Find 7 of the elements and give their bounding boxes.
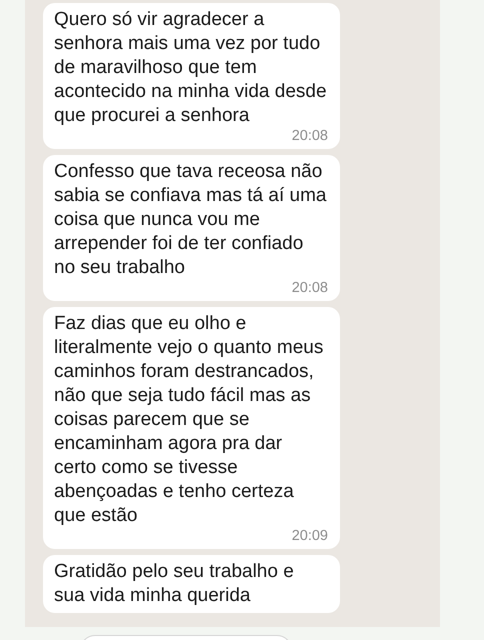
message-text: Gratidão pelo seu trabalho e sua vida minha querida <box>54 560 295 608</box>
message-text: Quero só vir agradecer a senhora mais uma vez por tudo de maravilhoso que tem acontecido na minha vida desde que procurei a senhora <box>54 8 328 128</box>
message-text: Faz dias que eu olho e literalmente vejo o quanto meus caminhos foram destrancados, não que seja tudo fácil mas as coisas parecem que se encaminham agora pra dar certo como se tivesse abençoadas e tenho certeza que estão <box>54 312 324 528</box>
message-time: 20:08 <box>292 280 328 296</box>
message-time: 20:08 <box>292 128 328 144</box>
message-time: 20:09 <box>292 528 328 544</box>
message-text: Confesso que tava receosa não sabia se confiava mas tá aí uma coisa que nunca vou me arrepender foi de ter confiado no seu trabalho <box>54 160 328 280</box>
